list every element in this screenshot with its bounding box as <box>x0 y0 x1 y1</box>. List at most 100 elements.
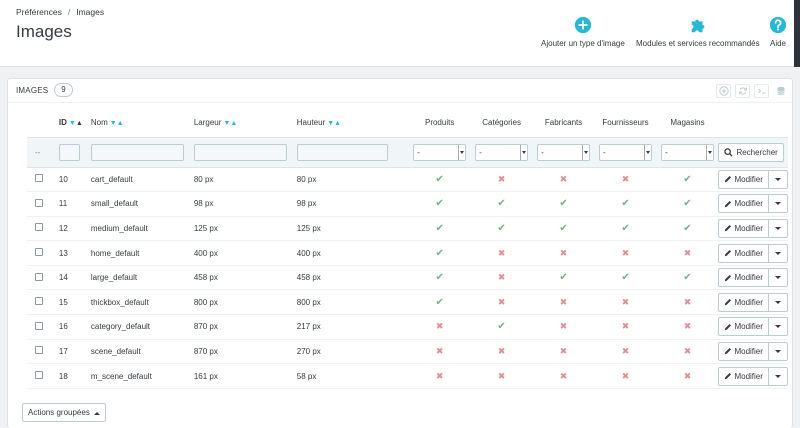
cross-icon[interactable]: ✖ <box>498 346 506 356</box>
edit-button[interactable]: Modifier <box>719 318 769 336</box>
help-button[interactable]: Aide <box>769 16 787 48</box>
add-new-icon[interactable] <box>716 84 731 98</box>
edit-button[interactable]: Modifier <box>719 244 769 262</box>
check-icon[interactable]: ✔ <box>683 198 691 209</box>
filter-manufacturers-select[interactable]: - <box>537 143 591 161</box>
edit-dropdown-toggle[interactable] <box>769 245 787 262</box>
check-icon[interactable]: ✔ <box>435 174 443 185</box>
sort-arrows-icon[interactable]: ▼▲ <box>110 120 124 127</box>
filter-categories-select[interactable]: - <box>475 143 529 161</box>
row-checkbox[interactable] <box>35 248 43 257</box>
row-checkbox[interactable] <box>35 198 43 207</box>
check-icon[interactable]: ✔ <box>621 272 629 283</box>
row-checkbox[interactable] <box>35 297 43 306</box>
column-header-name[interactable]: Nom ▼▲ <box>91 109 194 137</box>
cross-icon[interactable]: ✖ <box>684 371 692 381</box>
row-checkbox[interactable] <box>35 321 43 330</box>
cross-icon[interactable]: ✖ <box>622 371 630 381</box>
cross-icon[interactable]: ✖ <box>684 321 692 331</box>
row-checkbox[interactable] <box>35 223 43 232</box>
sort-arrows-icon[interactable]: ▼▲ <box>223 120 237 127</box>
cross-icon[interactable]: ✖ <box>622 346 630 356</box>
edit-dropdown-toggle[interactable] <box>769 343 787 360</box>
cross-icon[interactable]: ✖ <box>436 371 444 381</box>
edit-dropdown-toggle[interactable] <box>769 195 787 212</box>
check-icon[interactable]: ✔ <box>559 272 567 283</box>
cross-icon[interactable]: ✖ <box>498 272 506 282</box>
cross-icon[interactable]: ✖ <box>560 174 568 184</box>
cross-icon[interactable]: ✖ <box>684 346 692 356</box>
check-icon[interactable]: ✔ <box>435 198 443 209</box>
edit-button[interactable]: Modifier <box>719 367 769 385</box>
bulk-actions-button[interactable]: Actions groupées <box>22 403 106 422</box>
edit-dropdown-toggle[interactable] <box>769 220 787 237</box>
cross-icon[interactable]: ✖ <box>560 371 568 381</box>
sort-arrows-icon[interactable]: ▼▲ <box>327 120 341 127</box>
cross-icon[interactable]: ✖ <box>560 248 568 258</box>
edit-dropdown-toggle[interactable] <box>769 171 787 188</box>
cross-icon[interactable]: ✖ <box>622 174 630 184</box>
check-icon[interactable]: ✔ <box>559 223 567 234</box>
check-icon[interactable]: ✔ <box>435 272 443 283</box>
filter-height-input[interactable] <box>296 143 388 161</box>
check-icon[interactable]: ✔ <box>497 223 505 234</box>
sql-query-icon[interactable] <box>754 84 769 98</box>
edit-dropdown-toggle[interactable] <box>769 318 787 335</box>
refresh-icon[interactable] <box>735 84 750 98</box>
cross-icon[interactable]: ✖ <box>436 346 444 356</box>
filter-name-input[interactable] <box>90 143 184 161</box>
cross-icon[interactable]: ✖ <box>622 297 630 307</box>
search-button[interactable]: Rechercher <box>718 142 784 162</box>
cross-icon[interactable]: ✖ <box>436 321 444 331</box>
filter-products-select[interactable]: - <box>413 143 467 161</box>
cross-icon[interactable]: ✖ <box>622 321 630 331</box>
edit-dropdown-toggle[interactable] <box>769 368 787 385</box>
check-icon[interactable]: ✔ <box>683 272 691 283</box>
breadcrumb-parent[interactable]: Préférences <box>16 7 62 17</box>
sort-arrows-icon[interactable]: ▼▲ <box>69 120 83 127</box>
filter-suppliers-select[interactable]: - <box>599 143 653 161</box>
check-icon[interactable]: ✔ <box>497 198 505 209</box>
edit-button[interactable]: Modifier <box>719 219 769 237</box>
check-icon[interactable]: ✔ <box>683 223 691 234</box>
check-icon[interactable]: ✔ <box>497 321 505 332</box>
check-icon[interactable]: ✔ <box>435 223 443 234</box>
cross-icon[interactable]: ✖ <box>560 321 568 331</box>
edit-button[interactable]: Modifier <box>719 342 769 360</box>
filter-stores-select[interactable]: - <box>660 143 714 161</box>
cross-icon[interactable]: ✖ <box>498 174 506 184</box>
cross-icon[interactable]: ✖ <box>498 297 506 307</box>
check-icon[interactable]: ✔ <box>683 174 691 185</box>
check-icon[interactable]: ✔ <box>435 297 443 308</box>
row-checkbox[interactable] <box>35 174 43 183</box>
column-header-id[interactable]: ID ▼▲ <box>59 109 91 137</box>
edit-dropdown-toggle[interactable] <box>769 294 787 311</box>
edit-button[interactable]: Modifier <box>719 293 769 311</box>
row-checkbox[interactable] <box>35 371 43 380</box>
filter-width-input[interactable] <box>193 143 287 161</box>
check-icon[interactable]: ✔ <box>435 248 443 259</box>
edit-button[interactable]: Modifier <box>719 269 769 287</box>
database-icon[interactable] <box>773 84 788 98</box>
check-icon[interactable]: ✔ <box>559 198 567 209</box>
cross-icon[interactable]: ✖ <box>498 248 506 258</box>
check-icon[interactable]: ✔ <box>621 223 629 234</box>
cross-icon[interactable]: ✖ <box>684 297 692 307</box>
row-checkbox[interactable] <box>35 346 43 355</box>
row-checkbox[interactable] <box>35 272 43 281</box>
edit-button[interactable]: Modifier <box>719 195 769 213</box>
column-header-width[interactable]: Largeur ▼▲ <box>194 109 297 137</box>
filter-id-input[interactable] <box>58 143 80 161</box>
edit-dropdown-toggle[interactable] <box>769 269 787 286</box>
add-image-type-button[interactable]: Ajouter un type d'image <box>541 16 625 48</box>
cross-icon[interactable]: ✖ <box>560 297 568 307</box>
cross-icon[interactable]: ✖ <box>560 346 568 356</box>
cross-icon[interactable]: ✖ <box>684 248 692 258</box>
cross-icon[interactable]: ✖ <box>622 248 630 258</box>
table-row: 16 category_default 870 px 217 px ✖ ✔ ✖ ✖ ✖ Modif… <box>27 314 788 340</box>
check-icon[interactable]: ✔ <box>621 198 629 209</box>
edit-button[interactable]: Modifier <box>719 170 769 188</box>
cross-icon[interactable]: ✖ <box>498 371 506 381</box>
column-header-height[interactable]: Hauteur ▼▲ <box>297 109 409 137</box>
recommended-modules-button[interactable]: Modules et services recommandés <box>636 16 760 48</box>
